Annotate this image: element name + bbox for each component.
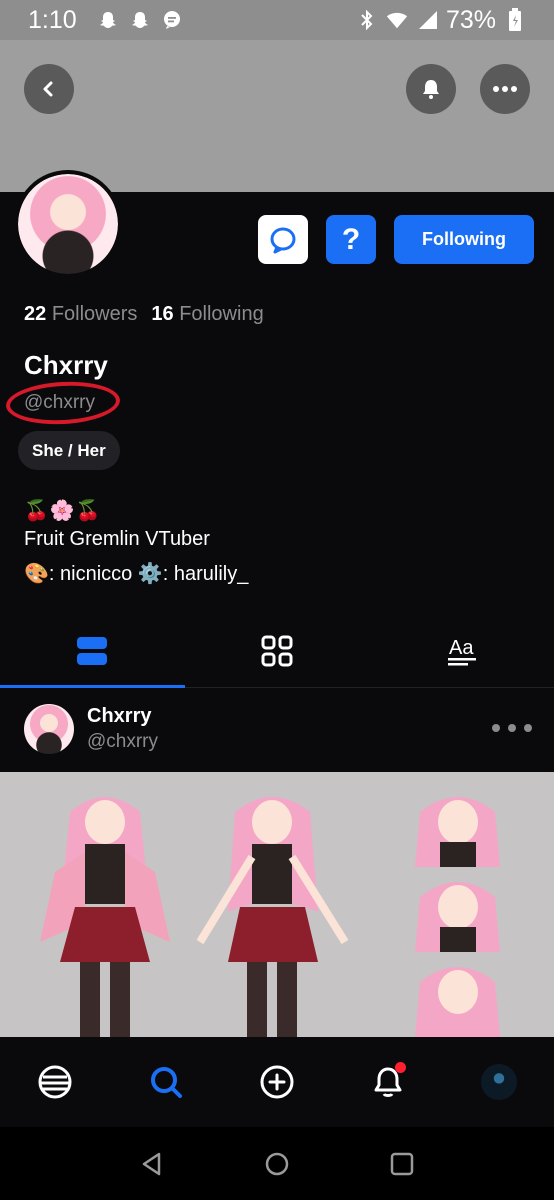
profile-banner	[0, 40, 554, 192]
profile-avatar-icon	[480, 1064, 517, 1100]
tab-text[interactable]: Aa	[369, 614, 554, 687]
system-navigation-bar	[0, 1127, 554, 1200]
notification-badge	[394, 1062, 406, 1073]
nav-profile[interactable]	[469, 1052, 529, 1112]
status-system-icons: 73%	[356, 6, 526, 35]
following-label: Following	[179, 303, 264, 325]
tab-posts[interactable]	[0, 614, 185, 688]
pronouns-badge: She / Her	[18, 431, 120, 470]
post-header: Chxrry @chxrry	[0, 688, 554, 772]
following-link[interactable]: 16 Following	[151, 303, 263, 326]
followers-count: 22	[24, 303, 47, 325]
followers-link[interactable]: 22 Followers	[24, 303, 137, 326]
system-home-icon[interactable]	[264, 1151, 290, 1177]
system-back-icon[interactable]	[139, 1151, 165, 1177]
bell-icon	[423, 80, 439, 99]
bio-text-line: Fruit Gremlin VTuber	[24, 528, 210, 550]
status-time: 1:10	[28, 5, 77, 34]
battery-icon	[504, 8, 526, 31]
nav-create[interactable]	[247, 1052, 307, 1112]
posts-icon	[77, 636, 108, 665]
expression-head-angry	[415, 797, 500, 867]
profile-tabs: Aa	[0, 614, 554, 688]
snapchat-icon	[129, 9, 151, 31]
wifi-icon	[386, 9, 408, 31]
home-icon	[38, 1065, 72, 1099]
grid-icon	[261, 635, 293, 666]
battery-percent: 73%	[445, 5, 496, 34]
bio-emoji-line: 🍒🌸🍒	[24, 500, 102, 522]
tab-grid[interactable]	[185, 614, 370, 687]
svg-text:Aa: Aa	[449, 637, 474, 659]
search-icon	[151, 1067, 183, 1098]
message-icon	[161, 9, 183, 31]
bottom-navigation	[0, 1037, 554, 1127]
status-notification-icons	[97, 9, 183, 31]
more-horizontal-icon	[493, 86, 517, 92]
ask-button[interactable]: ?	[326, 215, 376, 264]
post-author-avatar[interactable]	[24, 704, 74, 754]
follow-counts: 22 Followers 16 Following	[24, 303, 264, 326]
expression-head-neutral	[415, 882, 500, 952]
post-more-button[interactable]	[492, 718, 532, 738]
display-name: Chxrry	[24, 350, 108, 380]
character-reference-art	[40, 797, 500, 1037]
signal-icon	[416, 9, 438, 31]
red-annotation-circle	[4, 379, 122, 427]
bio-credits-line: 🎨: nicnicco ⚙️: harulily_	[24, 563, 249, 585]
notify-button[interactable]	[406, 64, 456, 114]
back-button[interactable]	[24, 64, 74, 114]
more-options-button[interactable]	[480, 64, 530, 114]
create-post-icon	[260, 1065, 294, 1099]
text-icon: Aa	[447, 637, 476, 665]
message-button[interactable]	[258, 215, 308, 264]
snapchat-icon	[97, 9, 119, 31]
post-author-handle: @chxrry	[87, 731, 159, 752]
avatar-image	[18, 174, 118, 274]
expression-head-happy	[415, 967, 500, 1037]
status-bar: 1:10 73%	[0, 0, 554, 40]
nav-notifications[interactable]	[358, 1052, 418, 1112]
dot	[524, 724, 532, 732]
profile-header: ? Following 22 Followers 16 Following Ch…	[0, 170, 554, 688]
chat-bubble-icon	[270, 227, 296, 253]
chevron-left-icon	[43, 81, 53, 97]
post-image[interactable]	[0, 772, 554, 1037]
system-recents-icon[interactable]	[389, 1151, 415, 1177]
character-figure-jacket	[40, 797, 170, 1037]
following-button[interactable]: Following	[394, 215, 534, 264]
profile-avatar[interactable]	[14, 170, 122, 278]
dot	[508, 724, 516, 732]
following-count: 16	[151, 303, 174, 325]
post-author-name[interactable]: Chxrry	[87, 705, 151, 728]
nav-search[interactable]	[136, 1052, 196, 1112]
character-figure-front	[196, 797, 349, 1037]
bluetooth-icon	[356, 9, 378, 31]
followers-label: Followers	[51, 303, 138, 325]
nav-home[interactable]	[25, 1052, 85, 1112]
dot	[492, 724, 500, 732]
